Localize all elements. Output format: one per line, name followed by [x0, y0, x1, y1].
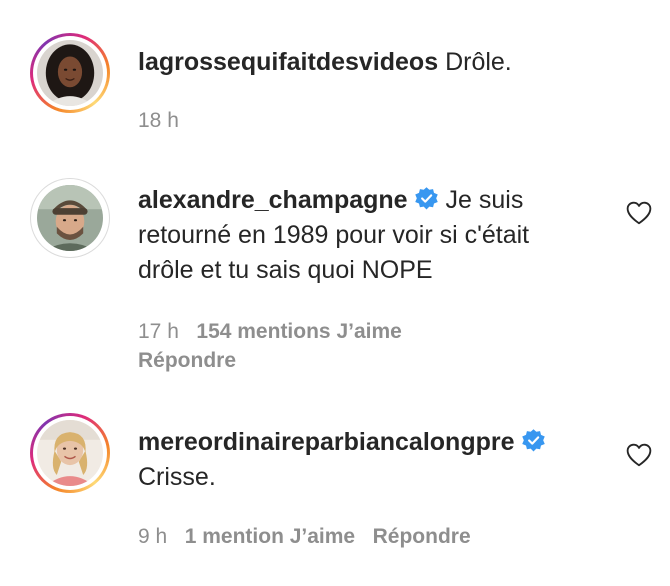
likes-count[interactable]: 1 mention J’aime — [185, 525, 355, 548]
avatar[interactable] — [30, 413, 110, 493]
comment-text: Crisse. — [138, 463, 216, 491]
heart-outline-icon[interactable] — [626, 443, 652, 467]
comment-meta: 9 h 1 mention J’aime Répondre — [138, 523, 471, 551]
comment-text: Drôle. — [445, 48, 512, 76]
comment-timestamp[interactable]: 17 h — [138, 320, 179, 343]
comment-body: mereordinaireparbiancalongpre Crisse. — [138, 425, 588, 495]
comment-timestamp[interactable]: 18 h — [138, 109, 179, 132]
verified-badge-icon — [521, 428, 546, 453]
comment-timestamp[interactable]: 9 h — [138, 525, 167, 548]
avatar-image — [37, 420, 103, 486]
verified-badge-icon — [414, 186, 439, 211]
comment-body: lagrossequifaitdesvideos Drôle. — [138, 45, 588, 80]
comment-body: alexandre_champagne Je suis retourné en … — [138, 183, 588, 288]
comment-username[interactable]: mereordinaireparbiancalongpre — [138, 428, 515, 456]
reply-button[interactable]: Répondre — [373, 525, 471, 548]
avatar[interactable] — [30, 33, 110, 113]
comment-username[interactable]: alexandre_champagne — [138, 186, 408, 214]
avatar[interactable] — [30, 178, 110, 258]
comment-meta-reply: Répondre — [138, 347, 236, 375]
avatar-image — [37, 185, 103, 251]
likes-count[interactable]: 154 mentions J’aime — [196, 320, 401, 343]
comment-username[interactable]: lagrossequifaitdesvideos — [138, 48, 438, 76]
avatar-image — [37, 40, 103, 106]
comment-meta: 18 h — [138, 107, 179, 135]
comment-meta: 17 h 154 mentions J’aime — [138, 318, 402, 346]
heart-outline-icon[interactable] — [626, 201, 652, 225]
reply-button[interactable]: Répondre — [138, 349, 236, 372]
